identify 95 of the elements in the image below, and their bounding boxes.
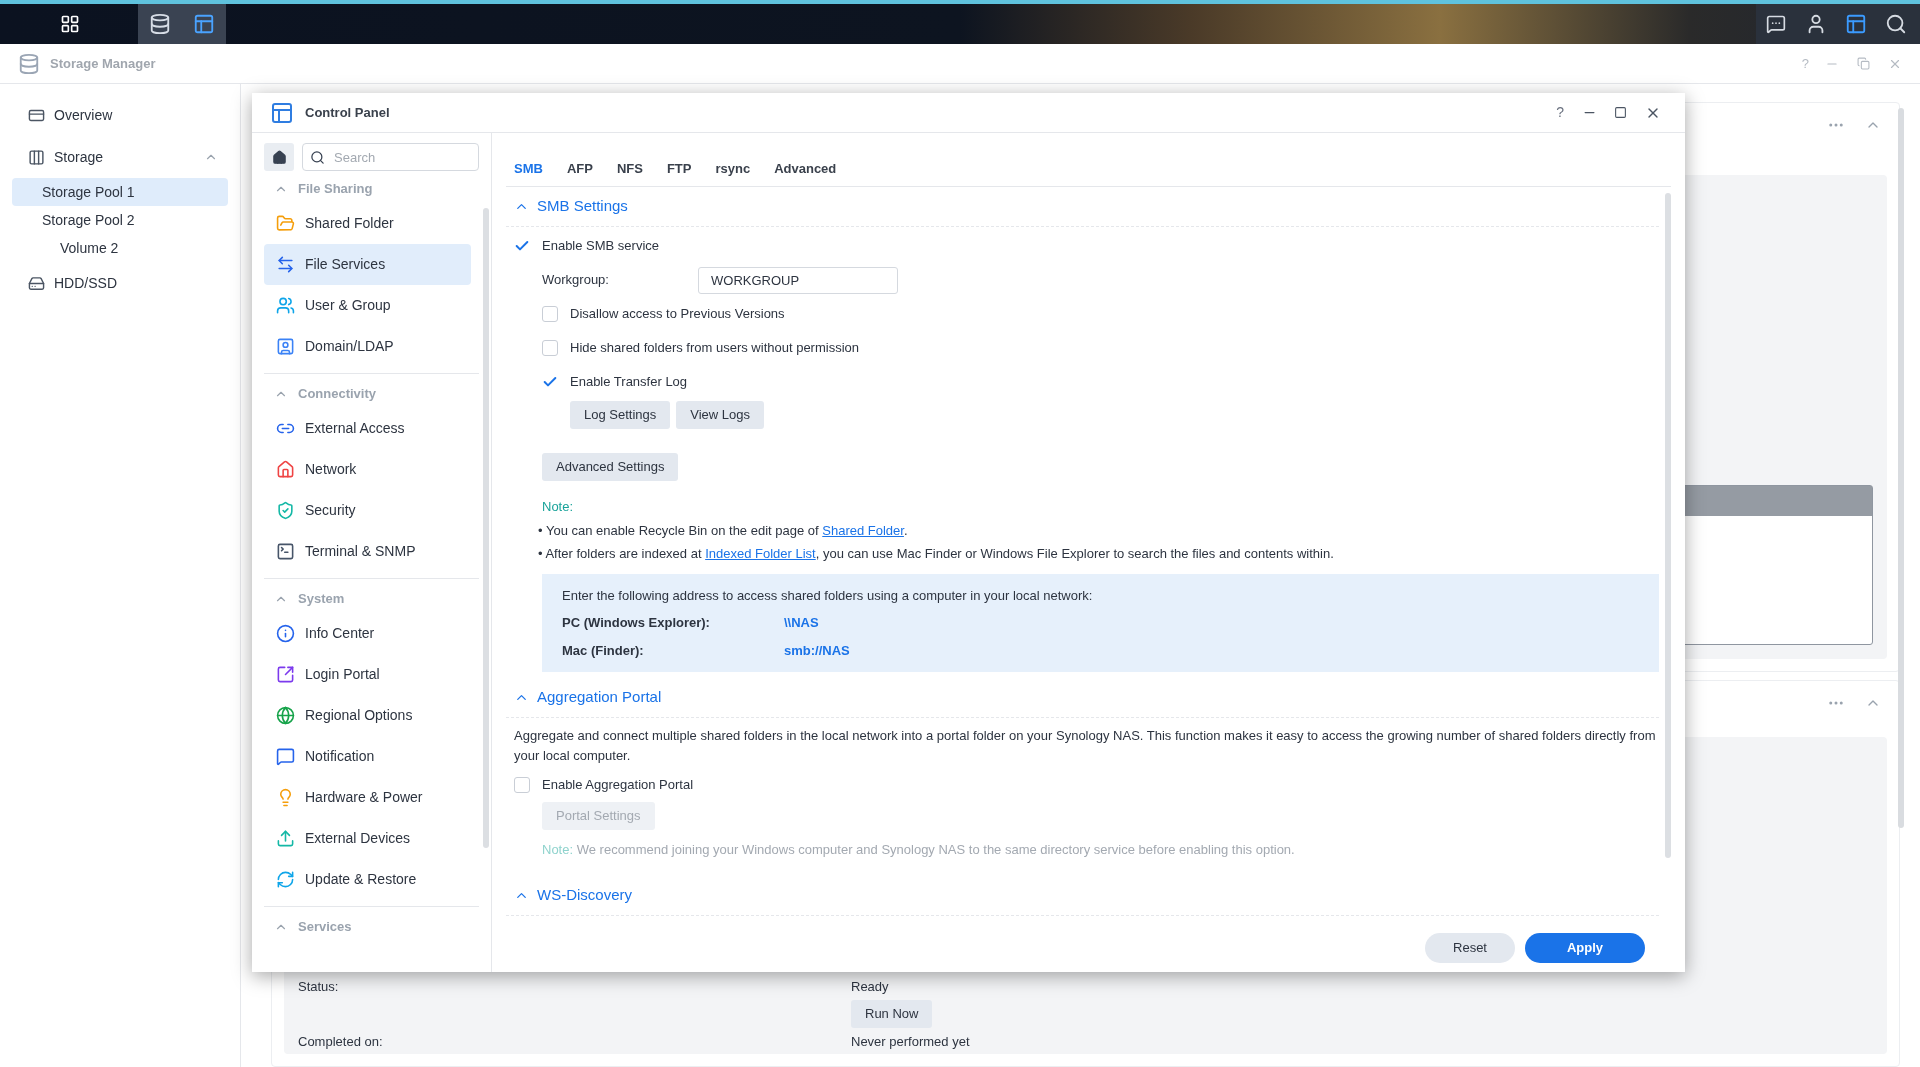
log-button[interactable]: Log Settings — [570, 401, 671, 429]
database-icon[interactable] — [149, 13, 171, 35]
section-title: WS-Discovery — [537, 884, 632, 905]
nav-item[interactable]: User & Group — [264, 285, 471, 326]
nav-icon — [276, 337, 295, 356]
nav-section-title: System — [298, 590, 345, 609]
link[interactable]: Shared Folder — [822, 522, 904, 538]
nav-icon — [276, 870, 295, 889]
address-label: PC (Windows Explorer): — [562, 614, 711, 632]
address-label: Mac (Finder): — [562, 641, 645, 660]
nav-section-title: File Sharing — [298, 180, 373, 199]
field-label: Workgroup: — [542, 271, 610, 290]
tab[interactable]: AFP — [566, 152, 593, 186]
nav-item[interactable]: External Devices — [264, 818, 471, 859]
checkbox[interactable] — [542, 340, 558, 356]
link[interactable]: Indexed Folder List — [705, 546, 816, 561]
taskbar-app[interactable] — [138, 4, 182, 44]
description: Aggregate and connect multiple shared folders in the local network into a portal folder on your Synology NAS. This function makes it easy to access the growing number of shared folders directly from your local computer. — [513, 727, 1657, 765]
panel-icon[interactable] — [193, 13, 215, 35]
nav-icon — [276, 255, 295, 274]
sidebar-item[interactable]: Storage — [12, 143, 228, 171]
sidebar-item[interactable]: HDD/SSD — [12, 269, 228, 297]
sidebar-item[interactable]: Overview — [12, 101, 228, 129]
window-title: Control Panel — [305, 103, 390, 122]
apply-button[interactable]: Apply — [1525, 933, 1645, 963]
nav-icon — [276, 706, 295, 725]
search-icon — [310, 150, 325, 165]
tab[interactable]: FTP — [666, 152, 692, 186]
reset-button[interactable]: Reset — [1425, 933, 1515, 963]
nav-item[interactable]: File Services — [264, 244, 471, 285]
status-label: Status: — [298, 978, 340, 997]
tab[interactable]: SMB — [514, 152, 543, 186]
sidebar-icon — [28, 148, 45, 166]
help-button[interactable]: ? — [1556, 102, 1564, 123]
nav-section-title: Services — [298, 918, 352, 937]
checkbox-label: Disallow access to Previous Versions — [570, 305, 785, 324]
checkbox-label: Enable Aggregation Portal — [542, 776, 694, 795]
sidebar-item[interactable]: Storage Pool 2 — [12, 206, 228, 234]
tab[interactable]: Advanced — [774, 152, 837, 186]
note-text: • You can enable Recycle Bin on the edit page of Shared Folder. — [538, 521, 908, 540]
maximize-icon[interactable] — [1614, 106, 1627, 119]
grid-icon[interactable] — [60, 14, 80, 34]
nav-item[interactable]: Security — [264, 490, 471, 531]
nav-item[interactable]: Login Portal — [264, 654, 471, 695]
nav-icon — [276, 214, 295, 233]
app-icon — [18, 52, 40, 75]
home-button[interactable] — [264, 143, 294, 171]
home-icon — [271, 149, 287, 165]
completed-label: Completed on: — [298, 1033, 384, 1052]
note-text: Note: We recommend joining your Windows computer and Synology NAS to the same directory service before enabling this option. — [542, 841, 1295, 859]
nav-item[interactable]: Network — [264, 449, 471, 490]
address-value: smb://NAS — [784, 641, 850, 660]
checkbox[interactable] — [514, 777, 530, 793]
sidebar-icon — [28, 274, 45, 292]
nav-item[interactable]: Terminal & SNMP — [264, 531, 471, 572]
search-field[interactable]: Search — [302, 143, 479, 171]
nav-icon — [276, 296, 295, 315]
nav-icon — [276, 665, 295, 684]
checkbox-label: Hide shared folders from users without permission — [570, 339, 859, 358]
section-title: SMB Settings — [537, 196, 628, 217]
run-now-button[interactable]: Run Now — [851, 1000, 933, 1028]
nav-icon — [276, 829, 295, 848]
nav-item[interactable]: Notification — [264, 736, 471, 777]
nav-item[interactable]: Regional Options — [264, 695, 471, 736]
checkbox-label: Enable Transfer Log — [570, 373, 688, 392]
section-title: Aggregation Portal — [537, 687, 662, 708]
advanced-settings-button[interactable]: Advanced Settings — [542, 453, 679, 481]
note-text: • After folders are indexed at Indexed Folder List, you can use Mac Finder or Windows File Explorer to search the files and contents within. — [538, 545, 1334, 563]
nav-item[interactable]: Shared Folder — [264, 203, 471, 244]
address-intro: Enter the following address to access shared folders using a computer in your local network: — [562, 586, 1093, 605]
tab[interactable]: NFS — [616, 152, 643, 186]
app-icon — [270, 100, 294, 125]
status-value: Ready — [851, 978, 889, 997]
sidebar-item[interactable]: Volume 2 — [12, 234, 228, 262]
nav-item[interactable]: External Access — [264, 408, 471, 449]
nav-icon — [276, 542, 295, 561]
nav-item[interactable]: Domain/LDAP — [264, 326, 471, 367]
tab[interactable]: rsync — [715, 152, 751, 186]
sidebar-item[interactable]: Storage Pool 1 — [12, 178, 228, 206]
nav-icon — [276, 501, 295, 520]
nav-item[interactable]: Update & Restore — [264, 859, 471, 900]
checkbox-label: Enable SMB service — [542, 237, 660, 256]
nav-icon — [276, 460, 295, 479]
nav-item[interactable]: Info Center — [264, 613, 471, 654]
nav-item[interactable]: Hardware & Power — [264, 777, 471, 818]
completed-value: Never performed yet — [851, 1033, 970, 1052]
workgroup-field[interactable]: WORKGROUP — [698, 266, 898, 294]
nav-icon — [276, 624, 295, 643]
note-label: Note: — [542, 498, 574, 516]
nav-icon — [276, 747, 295, 766]
log-button[interactable]: View Logs — [676, 401, 765, 429]
nav-section-title: Connectivity — [298, 385, 376, 404]
checkbox[interactable] — [542, 306, 558, 322]
window-title: Storage Manager — [50, 54, 156, 73]
address-value: \\NAS — [784, 614, 819, 632]
